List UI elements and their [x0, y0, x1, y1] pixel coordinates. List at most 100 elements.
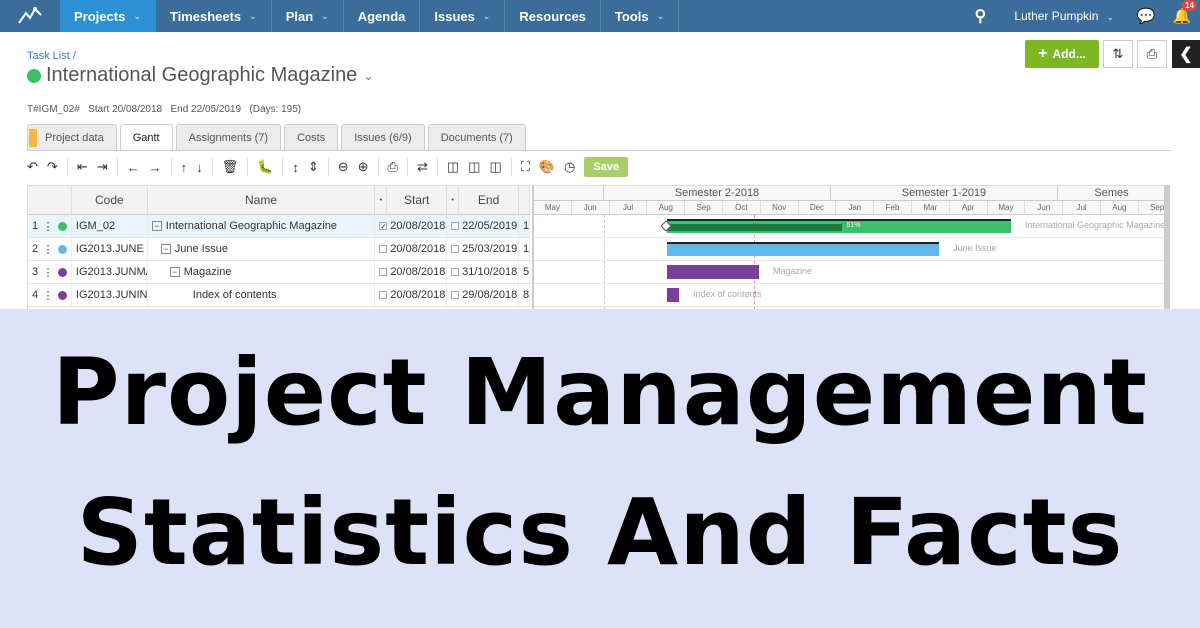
end-cell[interactable]: 25/03/2019	[447, 238, 520, 260]
checkbox[interactable]	[379, 291, 388, 299]
collapse-panel-button[interactable]: ❮	[1172, 40, 1200, 68]
breadcrumb[interactable]: Task List /	[27, 50, 76, 62]
nav-item-resources[interactable]: Resources	[505, 0, 601, 32]
print-icon[interactable]: ⎙	[388, 159, 398, 175]
nav-item-tools[interactable]: Tools ⌄	[601, 0, 680, 32]
row-line	[534, 260, 1164, 261]
row-menu-icon[interactable]: ⋮	[43, 243, 54, 256]
row-menu-icon[interactable]: ⋮	[43, 289, 54, 302]
tab-assignments[interactable]: Assignments (7)	[175, 124, 282, 150]
gantt-bar[interactable]	[667, 265, 759, 279]
nav-item-projects[interactable]: Projects ⌄	[60, 0, 156, 32]
tab-project-data[interactable]: Project data	[27, 124, 117, 150]
print-button[interactable]: ⎙	[1137, 40, 1167, 68]
row-number: 2	[32, 243, 39, 255]
col-name-header[interactable]: Name	[148, 186, 376, 214]
table-row[interactable]: 3 ⋮ IG2013.JUNMA − Magazine 20/08/2018 31/10/2…	[28, 261, 530, 284]
bug-icon[interactable]: 🐛	[257, 159, 273, 175]
chevron-down-icon[interactable]: ⌄	[363, 69, 373, 83]
redo-icon[interactable]: ↷	[47, 159, 58, 175]
trash-icon[interactable]: 🗑	[222, 159, 239, 175]
col-code-header[interactable]: Code	[72, 186, 148, 214]
nav-item-issues[interactable]: Issues ⌄	[420, 0, 506, 32]
nav-item-plan[interactable]: Plan ⌄	[272, 0, 344, 32]
task-name: International Geographic Magazine	[165, 220, 337, 232]
col-toggle[interactable]: •	[375, 186, 388, 214]
gantt-bar[interactable]	[667, 242, 939, 256]
start-cell[interactable]: 20/08/2018	[375, 238, 448, 260]
code-cell[interactable]: IGM_02	[72, 215, 148, 237]
table-row[interactable]: 4 ⋮ IG2013.JUNINI Index of contents 20/08/20…	[28, 284, 530, 307]
palette-icon[interactable]: 🎨	[539, 159, 555, 175]
checkbox[interactable]	[451, 222, 460, 230]
app-logo-icon[interactable]	[0, 0, 60, 32]
start-cell[interactable]: 20/08/2018	[375, 284, 448, 306]
arrow-up-icon[interactable]: ↑	[181, 160, 188, 175]
fullscreen-icon[interactable]: ⛶	[521, 159, 530, 175]
name-cell[interactable]: − June Issue	[148, 238, 376, 260]
gantt-bar-label: Index of contents	[693, 289, 762, 299]
tab-gantt[interactable]: Gantt	[119, 124, 173, 151]
checkbox[interactable]	[451, 268, 460, 276]
sort-button[interactable]: ⇅	[1103, 40, 1133, 68]
expand-icon[interactable]: ↕	[292, 160, 299, 175]
col-toggle[interactable]: •	[447, 186, 460, 214]
end-cell[interactable]: 29/08/2018	[447, 284, 520, 306]
duration-cell: 1	[519, 215, 530, 237]
gantt-scrollbar[interactable]	[1164, 185, 1170, 309]
row-menu-icon[interactable]: ⋮	[43, 266, 54, 279]
checkbox[interactable]	[451, 245, 460, 253]
outdent-icon[interactable]: ⇥	[97, 159, 108, 175]
arrow-left-icon[interactable]: ←	[127, 160, 140, 175]
code-cell[interactable]: IG2013.JUNINI	[72, 284, 148, 306]
arrow-right-icon[interactable]: →	[149, 160, 162, 175]
start-cell[interactable]: 20/08/2018	[375, 261, 448, 283]
gantt-bar[interactable]: 51%	[660, 219, 1011, 233]
user-menu[interactable]: Luther Pumpkin ⌄	[1000, 9, 1128, 23]
tab-issues[interactable]: Issues (6/9)	[341, 124, 425, 150]
nav-item-agenda[interactable]: Agenda	[344, 0, 421, 32]
gantt-bar[interactable]	[667, 288, 679, 302]
split-right-icon[interactable]: ◫	[489, 159, 501, 175]
compress-icon[interactable]: ⇕	[308, 159, 319, 175]
checkbox[interactable]	[379, 245, 388, 253]
start-label: Start	[88, 104, 110, 115]
table-row[interactable]: 1 ⋮ IGM_02− International Geographic Magazi…	[28, 215, 530, 238]
split-both-icon[interactable]: ◫	[468, 159, 480, 175]
link-icon[interactable]: ⇄	[417, 159, 428, 175]
checkbox[interactable]	[451, 291, 460, 299]
search-icon[interactable]: ⚲	[960, 6, 1000, 26]
add-button[interactable]: + Add...	[1025, 40, 1099, 68]
end-cell[interactable]: 31/10/2018	[447, 261, 519, 283]
nav-item-timesheets[interactable]: Timesheets ⌄	[156, 0, 272, 32]
code-cell[interactable]: IG2013.JUNE	[72, 238, 148, 260]
col-end-header[interactable]: End	[459, 186, 520, 214]
name-cell[interactable]: Index of contents	[148, 284, 376, 306]
split-left-icon[interactable]: ◫	[447, 159, 459, 175]
arrow-down-icon[interactable]: ↓	[196, 160, 203, 175]
name-cell[interactable]: − Magazine	[148, 261, 376, 283]
history-icon[interactable]: ◷	[564, 159, 575, 175]
name-cell[interactable]: − International Geographic Magazine	[148, 215, 376, 237]
col-start-header[interactable]: Start	[387, 186, 448, 214]
zoom-out-icon[interactable]: ⊖	[338, 159, 349, 175]
undo-icon[interactable]: ↶	[27, 159, 38, 175]
bell-icon[interactable]: 🔔 14	[1164, 0, 1200, 25]
start-cell[interactable]: ✓ 20/08/2018	[375, 215, 448, 237]
checkbox[interactable]	[379, 268, 388, 276]
tab-costs[interactable]: Costs	[284, 124, 339, 150]
zoom-in-icon[interactable]: ⊕	[358, 159, 369, 175]
collapse-icon[interactable]: −	[160, 244, 171, 254]
tab-documents[interactable]: Documents (7)	[427, 124, 526, 150]
table-row[interactable]: 2 ⋮ IG2013.JUNE − June Issue 20/08/2018 25/03/…	[28, 238, 530, 261]
indent-icon[interactable]: ⇤	[77, 159, 88, 175]
row-menu-icon[interactable]: ⋮	[43, 220, 54, 233]
collapse-icon[interactable]: −	[169, 267, 180, 277]
save-button[interactable]: Save	[584, 157, 629, 177]
chat-icon[interactable]: 💬	[1128, 7, 1164, 25]
end-cell[interactable]: 22/05/2019	[447, 215, 520, 237]
collapse-icon[interactable]: −	[151, 221, 162, 231]
checkbox[interactable]: ✓	[379, 222, 388, 231]
page-title: International Geographic Magazine ⌄	[27, 64, 373, 87]
code-cell[interactable]: IG2013.JUNMA	[72, 261, 148, 283]
